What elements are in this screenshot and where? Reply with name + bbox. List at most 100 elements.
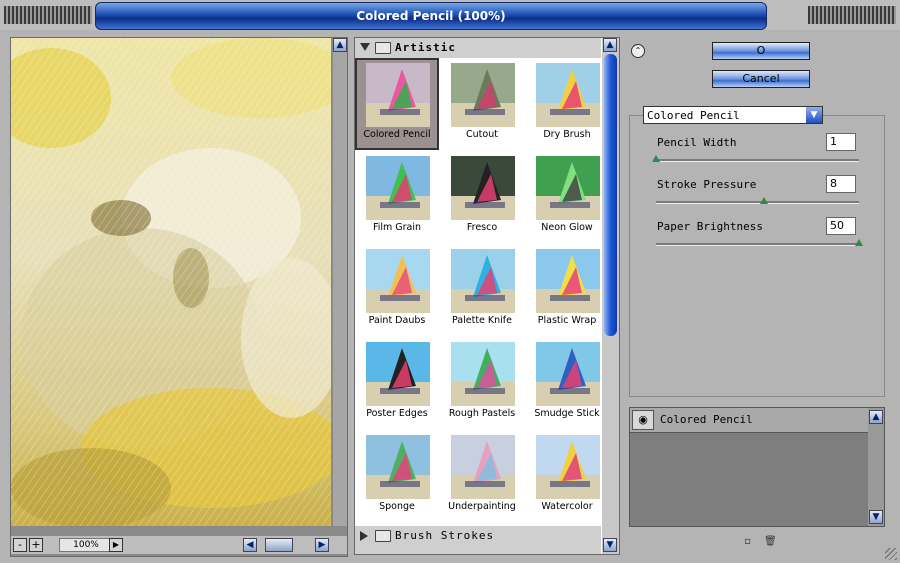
title-band: Colored Pencil (100%) bbox=[95, 2, 767, 30]
zoom-in-button[interactable]: + bbox=[29, 538, 43, 552]
filter-name-label: Film Grain bbox=[372, 222, 422, 233]
chevron-down-icon[interactable]: ▼ bbox=[806, 107, 822, 123]
title-grip-left bbox=[4, 6, 92, 24]
param-slider[interactable] bbox=[656, 197, 859, 204]
scroll-up-icon[interactable]: ▲ bbox=[333, 38, 347, 52]
filter-thumbnail-grid: Colored Pencil Cutout Dry Brush Film Grain F… bbox=[355, 58, 601, 526]
gallery-scrollbar[interactable]: ▲ ▼ bbox=[602, 38, 619, 554]
new-effect-layer-icon[interactable]: ▫ bbox=[742, 536, 753, 547]
filter-thumb-neon-glow[interactable]: Neon Glow bbox=[527, 153, 607, 241]
scroll-left-icon[interactable]: ◀ bbox=[243, 538, 257, 552]
scroll-right-icon[interactable]: ▶ bbox=[315, 538, 329, 552]
collapsed-triangle-icon[interactable] bbox=[360, 531, 368, 541]
filter-preview-image bbox=[451, 249, 515, 313]
category-label: Brush Strokes bbox=[395, 529, 495, 542]
filter-thumb-fresco[interactable]: Fresco bbox=[442, 153, 522, 241]
slider-knob-icon[interactable] bbox=[855, 239, 863, 246]
filter-name-label: Sponge bbox=[379, 501, 415, 512]
scroll-down-icon[interactable]: ▼ bbox=[603, 538, 617, 552]
category-header-artistic[interactable]: Artistic bbox=[355, 38, 601, 58]
param-label: Pencil Width bbox=[657, 136, 737, 149]
filter-thumb-watercolor[interactable]: Watercolor bbox=[527, 432, 607, 520]
filter-preview-image bbox=[451, 156, 515, 220]
slider-knob-icon[interactable] bbox=[652, 155, 660, 162]
filter-name-label: Fresco bbox=[466, 222, 498, 233]
filter-settings-panel bbox=[629, 115, 885, 397]
param-value-input[interactable]: 1 bbox=[826, 133, 856, 151]
filter-preview-image bbox=[536, 342, 600, 406]
filter-name-label: Poster Edges bbox=[366, 408, 428, 419]
effect-layers-panel: ◉ Colored Pencil ▲ ▼ bbox=[629, 407, 885, 527]
eye-icon[interactable]: ◉ bbox=[632, 410, 654, 430]
filter-name-label: Dry Brush bbox=[543, 129, 591, 140]
filter-thumb-rough-pastels[interactable]: Rough Pastels bbox=[442, 339, 522, 427]
horizontal-scroll-thumb[interactable] bbox=[265, 538, 293, 552]
param-slider[interactable] bbox=[652, 155, 859, 162]
filter-thumb-film-grain[interactable]: Film Grain bbox=[357, 153, 437, 241]
filter-name-label: Palette Knife bbox=[451, 315, 512, 326]
filter-thumb-poster-edges[interactable]: Poster Edges bbox=[357, 339, 437, 427]
scroll-up-icon[interactable]: ▲ bbox=[603, 38, 617, 52]
layers-scrollbar[interactable]: ▲ ▼ bbox=[868, 408, 884, 526]
filter-name-label: Rough Pastels bbox=[448, 408, 516, 419]
filter-thumb-paint-daubs[interactable]: Paint Daubs bbox=[357, 246, 437, 334]
filter-thumb-underpainting[interactable]: Underpainting bbox=[442, 432, 522, 520]
filter-gallery: Artistic Colored Pencil Cutout Dry Brush Fi… bbox=[354, 37, 620, 555]
slider-knob-icon[interactable] bbox=[760, 197, 769, 204]
filter-preview-image bbox=[366, 63, 430, 127]
param-slider[interactable] bbox=[656, 239, 863, 246]
param-value-input[interactable]: 8 bbox=[826, 175, 856, 193]
filter-thumb-sponge[interactable]: Sponge bbox=[357, 432, 437, 520]
zoom-level[interactable]: 100% bbox=[59, 538, 113, 552]
filter-name-label: Underpainting bbox=[448, 501, 516, 512]
filter-preview-image bbox=[366, 156, 430, 220]
param-value-input[interactable]: 50 bbox=[826, 217, 856, 235]
param-label: Paper Brightness bbox=[657, 220, 763, 233]
scroll-down-icon[interactable]: ▼ bbox=[869, 510, 883, 524]
param-label: Stroke Pressure bbox=[657, 178, 757, 191]
filter-select[interactable]: Colored Pencil ▼ bbox=[643, 106, 823, 124]
filter-preview-image bbox=[536, 249, 600, 313]
expand-triangle-icon[interactable] bbox=[360, 43, 370, 51]
gallery-scroll-thumb[interactable] bbox=[604, 54, 617, 336]
scroll-up-icon[interactable]: ▲ bbox=[869, 410, 883, 424]
filter-preview-image bbox=[536, 63, 600, 127]
preview-image[interactable] bbox=[11, 38, 331, 526]
filter-thumb-smudge-stick[interactable]: Smudge Stick bbox=[527, 339, 607, 427]
filter-name-label: Watercolor bbox=[541, 501, 593, 512]
filter-preview-image bbox=[451, 342, 515, 406]
filter-thumb-cutout[interactable]: Cutout bbox=[442, 60, 522, 148]
folder-icon bbox=[375, 530, 391, 542]
zoom-menu-arrow-icon[interactable]: ▶ bbox=[109, 538, 123, 552]
filter-name-label: Plastic Wrap bbox=[537, 315, 597, 326]
filter-preview-image bbox=[366, 342, 430, 406]
zoom-out-button[interactable]: - bbox=[13, 538, 27, 552]
filter-preview-image bbox=[366, 435, 430, 499]
title-bar[interactable]: Colored Pencil (100%) bbox=[0, 0, 900, 30]
filter-thumb-colored-pencil[interactable]: Colored Pencil bbox=[355, 58, 439, 150]
preview-panel: ▲ - + 100% ▶ ◀ ▶ bbox=[10, 37, 348, 557]
filter-preview-image bbox=[536, 156, 600, 220]
resize-grip-icon[interactable] bbox=[885, 548, 897, 560]
filter-name-label: Neon Glow bbox=[541, 222, 593, 233]
filter-thumb-dry-brush[interactable]: Dry Brush bbox=[527, 60, 607, 148]
effect-layer-row[interactable]: ◉ Colored Pencil bbox=[630, 408, 868, 433]
filter-name-label: Colored Pencil bbox=[363, 129, 431, 140]
filter-name-label: Paint Daubs bbox=[368, 315, 426, 326]
ok-button[interactable]: O bbox=[712, 42, 810, 60]
filter-preview-image bbox=[536, 435, 600, 499]
filter-select-value: Colored Pencil bbox=[647, 109, 740, 122]
category-header-brush-strokes[interactable]: Brush Strokes bbox=[355, 526, 601, 554]
filter-name-label: Smudge Stick bbox=[534, 408, 600, 419]
delete-effect-layer-icon[interactable]: 🗑 bbox=[764, 536, 777, 547]
collapse-gallery-button[interactable]: ⌃ bbox=[631, 44, 645, 58]
preview-vertical-scrollbar[interactable]: ▲ bbox=[333, 38, 347, 526]
filter-preview-image bbox=[366, 249, 430, 313]
folder-icon bbox=[375, 42, 391, 54]
filter-thumb-palette-knife[interactable]: Palette Knife bbox=[442, 246, 522, 334]
zoom-bar: - + 100% ▶ ◀ ▶ bbox=[11, 536, 347, 554]
effect-layer-name: Colored Pencil bbox=[660, 413, 753, 426]
filter-preview-image bbox=[451, 435, 515, 499]
filter-thumb-plastic-wrap[interactable]: Plastic Wrap bbox=[527, 246, 607, 334]
cancel-button[interactable]: Cancel bbox=[712, 70, 810, 88]
